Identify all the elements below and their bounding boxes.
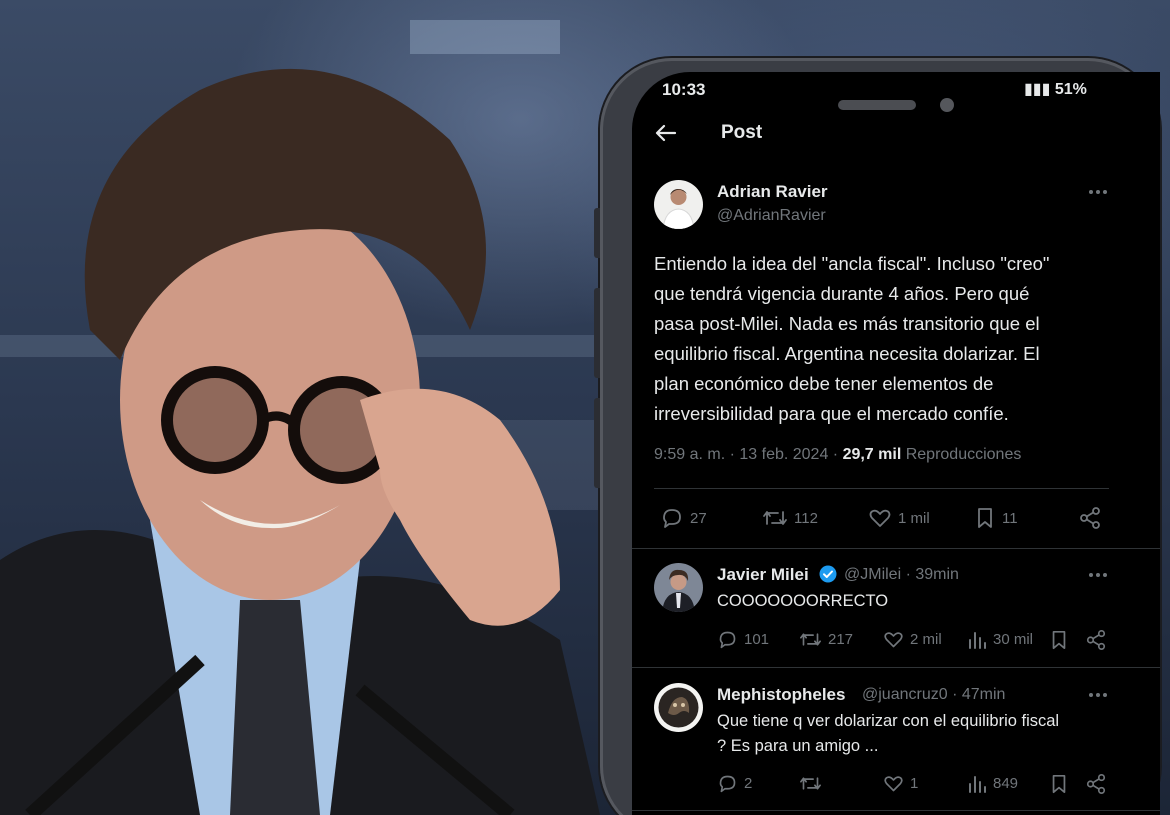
bookmark-icon[interactable] [1049,629,1069,651]
reply-button[interactable]: 27 [660,506,707,530]
bookmark-icon[interactable] [1049,773,1069,795]
reply-text: Que tiene q ver dolarizar con el equilib… [717,712,1060,755]
repost-button[interactable]: 112 [762,506,818,530]
bookmark-count: 11 [1002,509,1018,527]
avatar[interactable] [654,180,703,229]
tweet-date[interactable]: 13 feb. 2024 [739,446,828,463]
reply-age: 39min [915,566,959,583]
heart-icon [869,509,891,527]
page-title: Post [721,122,763,143]
heart-icon [884,632,903,648]
views-button[interactable]: 849 [967,773,1018,794]
like-button[interactable]: 1 [883,773,918,794]
like-button[interactable]: 2 mil [883,629,942,650]
repost-count: 217 [828,631,854,648]
share-icon[interactable] [1085,629,1107,651]
bookmark-button[interactable]: 11 [974,506,1018,530]
author-name[interactable]: Adrian Ravier [717,182,828,202]
views-count: 30 mil [993,631,1034,648]
more-options-icon[interactable] [1088,572,1108,578]
reply-author-name[interactable]: Javier Milei [717,565,809,585]
divider [632,667,1160,668]
tweet-text: Entiendo la idea del "ancla fiscal". Inc… [654,253,1050,424]
bookmark-icon [978,508,992,528]
reply-age: 47min [961,686,1006,703]
back-arrow-icon[interactable] [654,121,678,145]
avatar[interactable] [654,563,703,612]
battery-level: 51% [1054,81,1087,98]
repost-button[interactable] [799,773,828,794]
avatar[interactable] [654,683,703,732]
reply-icon [719,631,736,649]
front-camera [940,98,954,112]
repost-icon [800,633,821,646]
status-battery: ▮▮▮ 51% [1024,76,1087,98]
reply-button[interactable]: 2 [717,773,752,794]
status-time: 10:33 [662,80,706,98]
repost-icon [763,511,787,525]
reply-handle-text: @juancruz0 [862,686,948,703]
more-options-icon[interactable] [1088,692,1108,698]
heart-icon [884,776,903,792]
more-options-icon[interactable] [1088,189,1108,195]
reply-author-handle[interactable]: @JMilei · 39min [844,566,959,584]
share-icon[interactable] [1078,506,1102,530]
reply-text: COOOOOOORRECTO [717,592,889,610]
divider [654,488,1109,489]
views-count: 849 [993,775,1019,792]
reply-count: 27 [690,509,707,527]
reply-button[interactable]: 101 [717,629,769,650]
views-button[interactable]: 30 mil [967,629,1033,650]
signal-icon: ▮▮▮ [1024,81,1055,98]
author-handle[interactable]: @AdrianRavier [717,207,826,225]
repost-icon [800,777,821,790]
reply-handle-text: @JMilei [844,566,902,583]
views-label: Reproducciones [905,446,1022,463]
reply-icon [719,775,736,793]
like-count: 1 mil [898,509,930,527]
like-button[interactable]: 1 mil [868,506,930,530]
reply-count: 2 [744,775,753,792]
share-icon[interactable] [1085,773,1107,795]
photo-person [0,68,600,815]
views-count: 29,7 mil [842,446,902,463]
tweet-time[interactable]: 9:59 a. m. [654,446,725,463]
divider [632,810,1160,811]
verified-badge-icon [819,565,837,583]
reply-icon [663,509,681,528]
repost-count: 112 [794,509,818,527]
divider [632,548,1160,549]
speaker-slot [838,100,916,110]
views-chart-icon [969,632,986,649]
reply-author-name[interactable]: Mephistopheles [717,685,845,705]
repost-button[interactable]: 217 [799,629,853,650]
like-count: 1 [910,775,919,792]
reply-count: 101 [744,631,770,648]
like-count: 2 mil [910,631,942,648]
views-chart-icon [969,776,986,793]
reply-author-handle[interactable]: @juancruz0 · 47min [862,686,1005,704]
tweet-meta: 9:59 a. m. · 13 feb. 2024 · 29,7 mil Rep… [654,446,1022,463]
